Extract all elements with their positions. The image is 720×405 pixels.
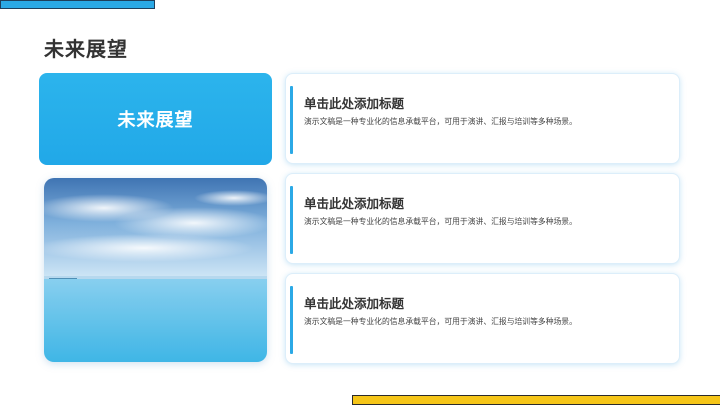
landscape-image — [44, 178, 267, 362]
card-description: 演示文稿是一种专业化的信息承载平台，可用于演讲、汇报与培训等多种场景。 — [304, 117, 577, 126]
top-decor-bar — [0, 0, 155, 9]
slide: 未来展望 未来展望 单击此处添加标题 演示文稿是一种专业化的信息承载平台，可用于… — [0, 0, 720, 405]
feature-label: 未来展望 — [117, 110, 194, 131]
info-card[interactable]: 单击此处添加标题 演示文稿是一种专业化的信息承载平台，可用于演讲、汇报与培训等多… — [285, 273, 680, 364]
card-title[interactable]: 单击此处添加标题 — [304, 93, 404, 112]
card-title[interactable]: 单击此处添加标题 — [304, 193, 404, 212]
card-accent-bar — [290, 286, 293, 354]
card-description: 演示文稿是一种专业化的信息承载平台，可用于演讲、汇报与培训等多种场景。 — [304, 317, 577, 326]
card-description: 演示文稿是一种专业化的信息承载平台，可用于演讲、汇报与培训等多种场景。 — [304, 217, 577, 226]
card-title[interactable]: 单击此处添加标题 — [304, 293, 404, 312]
card-accent-bar — [290, 86, 293, 154]
page-title: 未来展望 — [44, 37, 128, 61]
info-card[interactable]: 单击此处添加标题 演示文稿是一种专业化的信息承载平台，可用于演讲、汇报与培训等多… — [285, 173, 680, 264]
card-accent-bar — [290, 186, 293, 254]
bottom-decor-bar — [352, 395, 720, 405]
info-card[interactable]: 单击此处添加标题 演示文稿是一种专业化的信息承载平台，可用于演讲、汇报与培训等多… — [285, 73, 680, 164]
feature-box[interactable]: 未来展望 — [39, 73, 272, 165]
